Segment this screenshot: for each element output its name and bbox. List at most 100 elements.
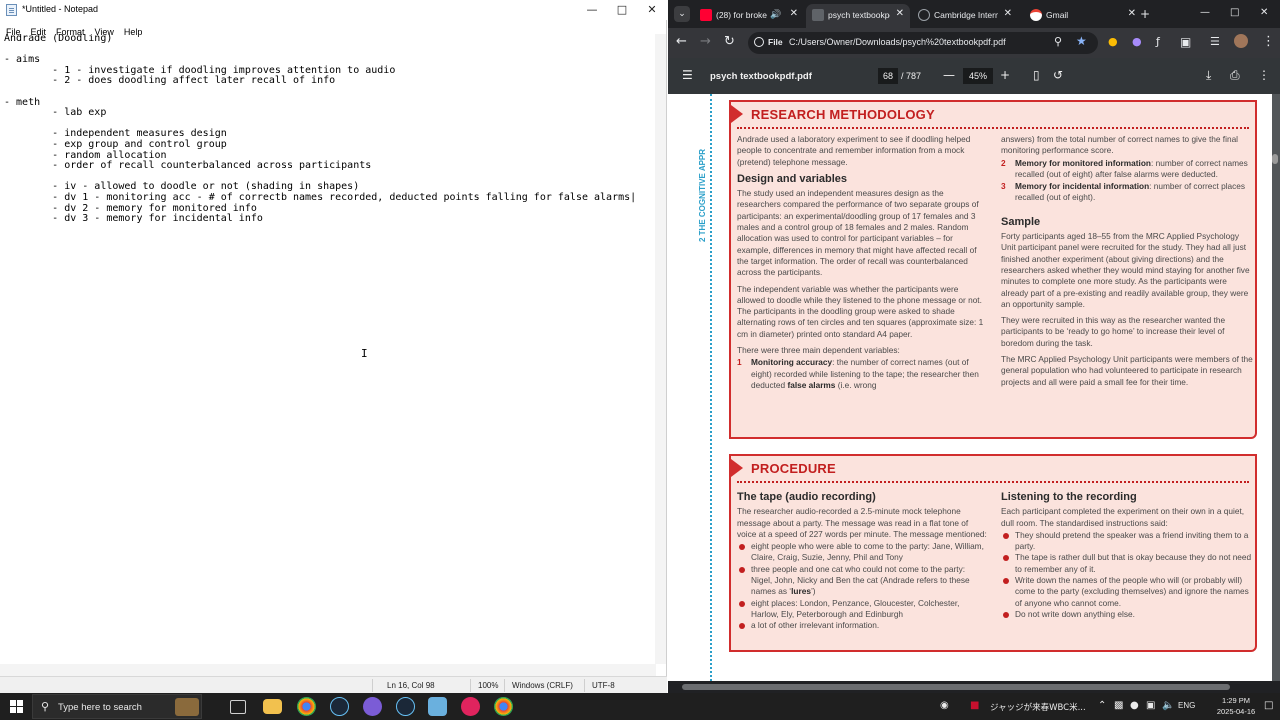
dv-item: 1 Monitoring accuracy: the number of corr… bbox=[737, 357, 979, 390]
list-item: Do not write down anything else. bbox=[1001, 609, 1253, 620]
procedure-left-column: The tape (audio recording) The researche… bbox=[737, 486, 987, 632]
zoom-input[interactable]: 45% bbox=[963, 68, 993, 84]
more-options-icon[interactable]: ⋮ bbox=[1258, 69, 1270, 81]
notepad-status-bar: Ln 16, Col 98 100% Windows (CRLF) UTF-8 bbox=[0, 676, 667, 693]
windows-taskbar: ⚲ Type here to search ◉ ■ ジャッジが来春WBC米...… bbox=[0, 693, 1280, 720]
steam-icon[interactable] bbox=[330, 697, 349, 716]
maximize-icon[interactable]: □ bbox=[607, 0, 637, 20]
reload-icon[interactable]: ↻ bbox=[724, 35, 735, 49]
news-icon[interactable]: ■ bbox=[970, 700, 979, 712]
zoom-in-icon[interactable]: + bbox=[1000, 69, 1010, 81]
notepad-vertical-scrollbar[interactable] bbox=[655, 34, 666, 664]
url-text[interactable]: C:/Users/Owner/Downloads/psych%20textboo… bbox=[789, 37, 1006, 47]
volume-icon[interactable]: 🔈 bbox=[1162, 700, 1174, 712]
tab-close-icon[interactable]: ✕ bbox=[1004, 8, 1012, 19]
chrome-icon[interactable] bbox=[494, 697, 513, 716]
clock[interactable]: 1:29 PM 2025-04-16 bbox=[1212, 695, 1260, 717]
chrome-icon[interactable] bbox=[297, 697, 316, 716]
extension-icon[interactable]: ● bbox=[1132, 35, 1142, 49]
language-indicator[interactable]: ENG bbox=[1178, 701, 1195, 710]
media-control-icon[interactable]: ☰ bbox=[1210, 35, 1220, 49]
notepad-title: *Untitled - Notepad bbox=[22, 4, 99, 14]
tray-icon[interactable]: ▩ bbox=[1114, 700, 1123, 712]
paragraph: The MRC Applied Psychology Unit particip… bbox=[1001, 354, 1253, 387]
new-tab-icon[interactable]: + bbox=[1140, 7, 1150, 21]
chevron-up-icon[interactable]: ⌃ bbox=[1098, 700, 1106, 712]
file-explorer-icon[interactable] bbox=[263, 699, 282, 714]
notepad-menubar: File Edit Format View Help bbox=[0, 20, 667, 37]
notepad-line: - dv 1 - monitoring acc - # of correctb … bbox=[4, 191, 637, 203]
address-bar[interactable]: File C:/Users/Owner/Downloads/psych%20te… bbox=[748, 32, 1098, 54]
pdf-viewport[interactable]: 2 THE COGNITIVE APPR RESEARCH METHODOLOG… bbox=[668, 94, 1280, 681]
maximize-icon[interactable]: □ bbox=[1230, 6, 1239, 20]
zoom-out-icon[interactable]: — bbox=[943, 69, 955, 81]
notification-icon[interactable]: □ bbox=[1264, 700, 1273, 712]
notepad-taskbar-icon[interactable] bbox=[428, 697, 447, 716]
audio-icon: 🔊 bbox=[770, 9, 782, 19]
paragraph: Forty participants aged 18–55 from the M… bbox=[1001, 231, 1250, 309]
status-line-endings: Windows (CRLF) bbox=[512, 681, 573, 690]
app-icon[interactable] bbox=[363, 697, 382, 716]
tab-gmail[interactable]: Gmail ✕ bbox=[1024, 4, 1136, 28]
subheading: Sample bbox=[1001, 215, 1041, 228]
close-icon[interactable]: ✕ bbox=[637, 0, 667, 20]
minimize-icon[interactable]: — bbox=[577, 0, 607, 20]
tab-cambridge[interactable]: Cambridge Intern ✕ bbox=[912, 4, 1018, 28]
tab-search-icon[interactable]: ⌄ bbox=[674, 6, 690, 22]
microphone-icon[interactable]: ◉ bbox=[940, 700, 949, 712]
extension-icon[interactable]: ● bbox=[1108, 35, 1118, 49]
chapter-side-label: 2 THE COGNITIVE APPR bbox=[698, 148, 707, 242]
hamburger-menu-icon[interactable]: ☰ bbox=[682, 69, 693, 81]
notepad-text-area[interactable]: Andrade (Doodling) - aims - 1 - investig… bbox=[4, 34, 656, 664]
rotate-icon[interactable]: ↺ bbox=[1053, 69, 1063, 81]
info-icon[interactable] bbox=[754, 37, 764, 47]
page-number-input[interactable]: 68 bbox=[878, 68, 898, 84]
pdf-vertical-scroll-thumb[interactable] bbox=[1272, 154, 1278, 164]
taskbar-search-box[interactable]: ⚲ Type here to search bbox=[32, 694, 202, 719]
status-position: Ln 16, Col 98 bbox=[387, 681, 435, 690]
pdf-favicon-icon bbox=[812, 9, 824, 21]
research-methodology-box: RESEARCH METHODOLOGY Andrade used a labo… bbox=[729, 100, 1257, 439]
search-placeholder: Type here to search bbox=[58, 702, 142, 713]
list-item: eight people who were able to come to th… bbox=[737, 541, 987, 564]
notepad-line: - dv 3 - memory for incidental info bbox=[4, 213, 263, 225]
steam-icon[interactable] bbox=[396, 697, 415, 716]
paragraph: The study used an independent measures d… bbox=[737, 188, 979, 278]
close-icon[interactable]: ✕ bbox=[1260, 6, 1268, 20]
minimize-icon[interactable]: — bbox=[1200, 6, 1210, 20]
dv-item: 2 Memory for monitored information: numbe… bbox=[1001, 157, 1248, 179]
extension-icon[interactable]: ƒ bbox=[1156, 35, 1160, 49]
status-zoom: 100% bbox=[478, 681, 499, 690]
download-icon[interactable]: ⤓ bbox=[1206, 69, 1211, 81]
back-icon[interactable]: ← bbox=[676, 35, 687, 49]
notepad-horizontal-scrollbar[interactable] bbox=[0, 664, 656, 676]
print-icon[interactable]: ⎙ bbox=[1230, 69, 1240, 81]
notepad-titlebar[interactable]: *Untitled - Notepad — □ ✕ bbox=[0, 0, 667, 20]
task-view-icon[interactable] bbox=[230, 700, 246, 714]
news-widget-text[interactable]: ジャッジが来春WBC米... bbox=[990, 701, 1086, 713]
pdf-horizontal-scrollbar[interactable] bbox=[668, 681, 1280, 693]
paragraph: The researcher audio-recorded a 2.5-minu… bbox=[737, 506, 987, 539]
page-total: / 787 bbox=[901, 71, 922, 81]
app-icon[interactable] bbox=[461, 697, 480, 716]
tab-close-icon[interactable]: ✕ bbox=[1128, 8, 1136, 19]
fit-page-icon[interactable]: ▯ bbox=[1033, 69, 1040, 81]
pdf-horizontal-scroll-thumb[interactable] bbox=[682, 684, 1230, 690]
menu-kebab-icon[interactable]: ⋮ bbox=[1262, 35, 1275, 49]
notepad-line: - lab exp bbox=[4, 107, 107, 119]
network-icon[interactable]: ▣ bbox=[1146, 700, 1155, 712]
research-intro: Andrade used a laboratory experiment to … bbox=[737, 134, 971, 167]
notepad-line: Andrade (Doodling) bbox=[4, 34, 113, 44]
windows-start-icon[interactable] bbox=[10, 700, 23, 713]
extensions-puzzle-icon[interactable]: ▣ bbox=[1180, 35, 1191, 49]
forward-icon[interactable]: → bbox=[700, 35, 711, 49]
zoom-lens-icon[interactable]: ⚲ bbox=[1054, 35, 1062, 48]
bookmark-star-icon[interactable]: ★ bbox=[1076, 34, 1087, 48]
microphone-icon[interactable]: ● bbox=[1130, 700, 1139, 712]
tab-close-icon[interactable]: ✕ bbox=[790, 8, 798, 19]
tab-pdf[interactable]: psych textbookpd ✕ bbox=[806, 4, 910, 28]
tab-youtube[interactable]: (28) for broke 🔊 ✕ bbox=[694, 4, 804, 28]
tab-close-icon[interactable]: ✕ bbox=[896, 8, 904, 19]
profile-avatar[interactable] bbox=[1234, 34, 1248, 48]
dv-item: 3 Memory for incidental information: numb… bbox=[1001, 181, 1246, 203]
